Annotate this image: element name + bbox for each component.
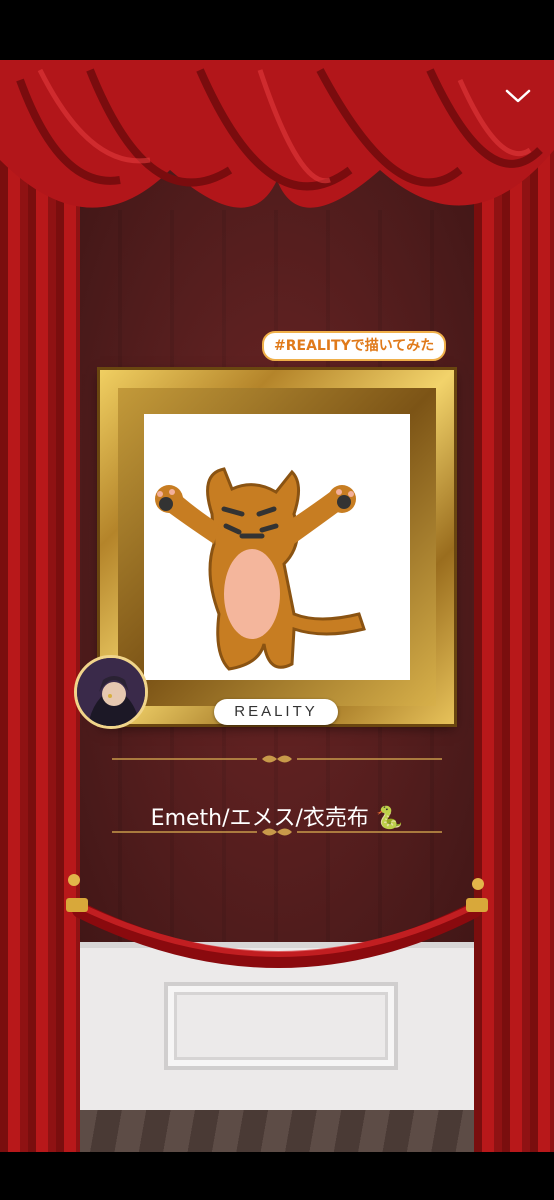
hashtag-chip[interactable]: #REALITYで描いてみた xyxy=(262,331,447,361)
picture-frame xyxy=(100,370,454,724)
ornament-divider-bottom xyxy=(112,828,442,836)
chevron-down-icon[interactable] xyxy=(504,86,532,106)
reality-brand-label: REALITY xyxy=(214,699,338,725)
artwork-canvas xyxy=(144,414,410,680)
wall-panel xyxy=(164,982,398,1070)
avatar[interactable] xyxy=(74,655,148,729)
curtain-valance xyxy=(0,60,554,208)
navigation-bar-area xyxy=(0,1152,554,1200)
cat-drawing xyxy=(155,467,366,671)
floor xyxy=(0,1110,554,1152)
velvet-rope xyxy=(66,874,488,968)
ornament-divider-top xyxy=(112,755,442,763)
